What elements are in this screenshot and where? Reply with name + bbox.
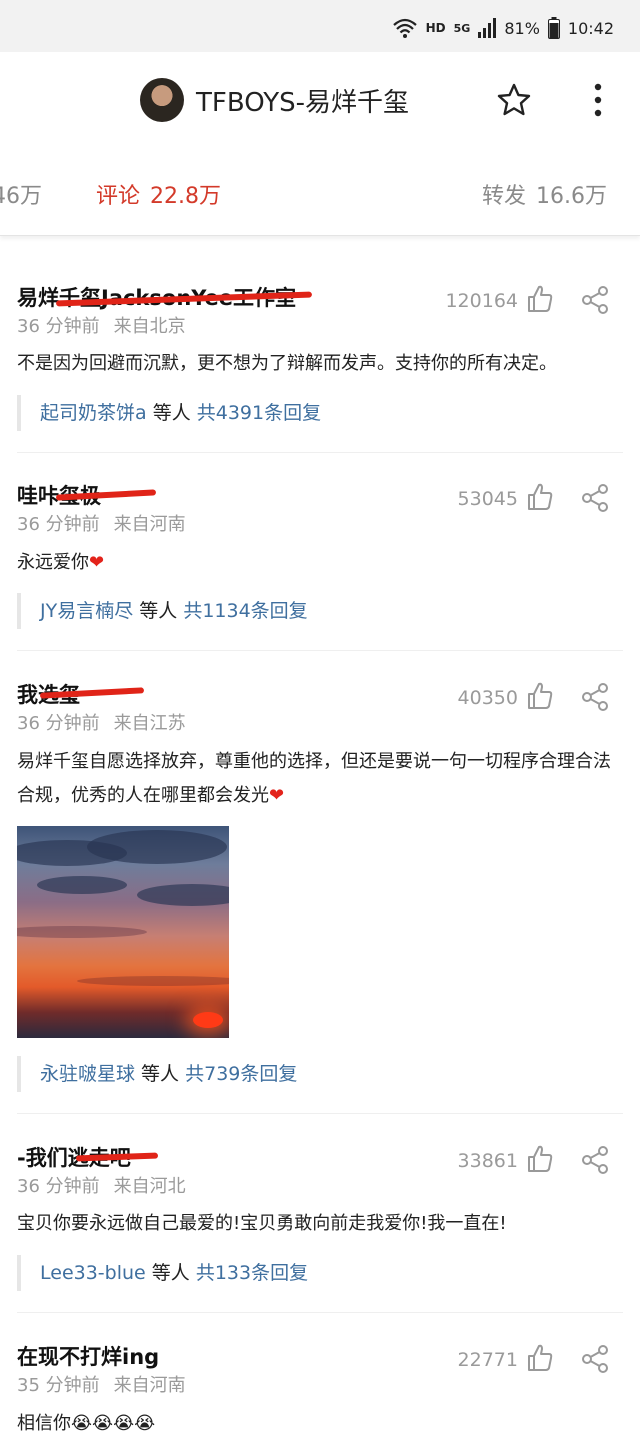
comment-meta: 36 分钟前 来自河南 [17, 510, 186, 536]
comment-text: 易烊千玺自愿选择放弃，尊重他的选择，但还是要说一句一切程序合理合法合规，优秀的人… [17, 745, 621, 813]
reply-count[interactable]: 共133条回复 [196, 1262, 308, 1284]
comment-text: 永远爱你❤ [17, 546, 621, 580]
heart-emoji: ❤ [269, 785, 285, 806]
share-icon[interactable] [580, 285, 610, 315]
tab-likes-count: 46万 [0, 184, 42, 209]
app-header: TFBOYS-易烊千玺 [0, 52, 640, 148]
comment-text: 不是因为回避而沉默，更不想为了辩解而发声。支持你的所有决定。 [17, 353, 557, 374]
reply-count[interactable]: 共739条回复 [185, 1063, 297, 1085]
share-icon[interactable] [580, 1145, 610, 1175]
like-count: 33861 [457, 1150, 518, 1172]
share-icon[interactable] [580, 682, 610, 712]
divider [17, 1312, 623, 1313]
reply-user[interactable]: Lee33-blue [40, 1262, 146, 1284]
tab-likes[interactable]: 46万 [0, 178, 42, 210]
star-icon[interactable] [494, 80, 534, 120]
comment-location: 来自河南 [113, 514, 186, 535]
avatar[interactable] [140, 78, 184, 122]
reply-summary[interactable]: 起司奶茶饼a 等人 共4391条回复 [17, 395, 321, 431]
share-icon[interactable] [580, 1344, 610, 1374]
tab-reposts-count: 16.6万 [536, 184, 608, 209]
wifi-icon [392, 18, 417, 38]
network-type: 5G [453, 21, 471, 35]
thumbs-up-icon[interactable] [526, 681, 554, 711]
reply-mid: 等人 [146, 402, 197, 424]
comment-time: 36 分钟前 [17, 713, 100, 734]
like-count: 40350 [457, 687, 518, 709]
tab-bar: 46万 评论 22.8万 转发 16.6万 [0, 148, 640, 236]
tab-comments-count: 22.8万 [150, 184, 222, 209]
reply-user[interactable]: 起司奶茶饼a [40, 402, 147, 424]
comment-meta: 36 分钟前 来自北京 [17, 312, 186, 338]
clock: 10:42 [567, 18, 614, 38]
tab-reposts-label: 转发 [482, 184, 527, 209]
comment-time: 36 分钟前 [17, 316, 100, 337]
share-icon[interactable] [580, 483, 610, 513]
reply-summary[interactable]: JY易言楠尽 等人 共1134条回复 [17, 593, 308, 629]
tab-comments-label: 评论 [96, 184, 141, 209]
tab-comments[interactable]: 评论 22.8万 [96, 178, 221, 210]
comment-location: 来自河南 [113, 1375, 186, 1396]
thumbs-up-icon[interactable] [526, 1343, 554, 1373]
comment-meta: 36 分钟前 来自江苏 [17, 709, 186, 735]
comment-text-body: 易烊千玺自愿选择放弃，尊重他的选择，但还是要说一句一切程序合理合法合规，优秀的人… [17, 751, 611, 806]
more-vertical-icon[interactable] [580, 80, 616, 120]
like-count: 120164 [445, 290, 518, 312]
reply-summary[interactable]: Lee33-blue 等人 共133条回复 [17, 1255, 308, 1291]
comment-time: 35 分钟前 [17, 1375, 100, 1396]
comment-location: 来自河北 [113, 1176, 186, 1197]
thumbs-up-icon[interactable] [526, 284, 554, 314]
reply-mid: 等人 [135, 1063, 186, 1085]
comment-author[interactable]: 在现不打烊ing [17, 1341, 159, 1371]
comment-meta: 36 分钟前 来自河北 [17, 1172, 186, 1198]
comment-image[interactable] [17, 826, 229, 1038]
reply-summary[interactable]: 永驻啵星球 等人 共739条回复 [17, 1056, 297, 1092]
comment-meta: 35 分钟前 来自河南 [17, 1371, 186, 1397]
reply-count[interactable]: 共4391条回复 [197, 402, 321, 424]
crying-emoji: 😭😭😭😭 [71, 1413, 156, 1434]
battery-percent: 81% [504, 18, 540, 38]
status-bar: HD 5G 81% 10:42 [0, 0, 640, 52]
comment-time: 36 分钟前 [17, 1176, 100, 1197]
tab-reposts[interactable]: 转发 16.6万 [482, 178, 607, 210]
divider [17, 452, 623, 453]
thumbs-up-icon[interactable] [526, 482, 554, 512]
comment-text: 宝贝你要永远做自己最爱的!宝贝勇敢向前走我爱你!我一直在! [17, 1213, 507, 1234]
comment-text: 相信你😭😭😭😭 [17, 1407, 621, 1441]
reply-user[interactable]: JY易言楠尽 [40, 600, 133, 622]
comment-location: 来自江苏 [113, 713, 186, 734]
reply-mid: 等人 [145, 1262, 196, 1284]
reply-mid: 等人 [133, 600, 184, 622]
like-count: 53045 [457, 488, 518, 510]
comment-text-body: 永远爱你 [17, 552, 89, 573]
divider [17, 1113, 623, 1114]
thumbs-up-icon[interactable] [526, 1144, 554, 1174]
hd-indicator: HD [425, 21, 446, 35]
reply-count[interactable]: 共1134条回复 [183, 600, 307, 622]
signal-icon [478, 18, 497, 38]
divider [17, 650, 623, 651]
battery-icon [547, 17, 560, 39]
like-count: 22771 [457, 1349, 518, 1371]
comment-location: 来自北京 [113, 316, 186, 337]
comment-text-body: 相信你 [17, 1413, 71, 1434]
heart-emoji: ❤ [89, 552, 105, 573]
comment-time: 36 分钟前 [17, 514, 100, 535]
page-title: TFBOYS-易烊千玺 [196, 88, 410, 118]
reply-user[interactable]: 永驻啵星球 [40, 1063, 135, 1085]
